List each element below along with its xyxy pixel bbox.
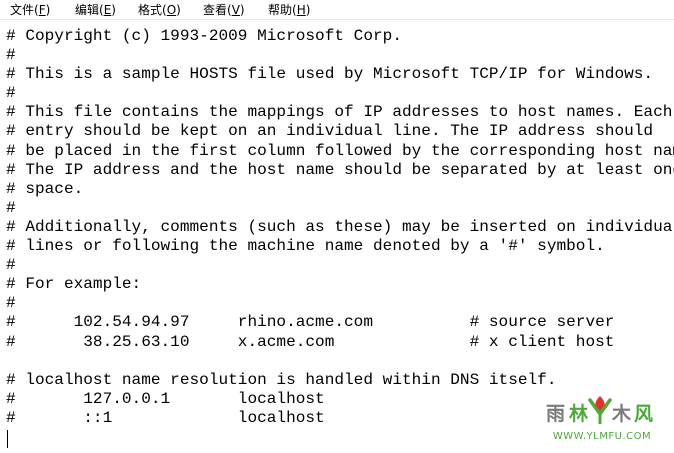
editor-line: # be placed in the first column followed…	[6, 141, 674, 160]
watermark-brand-char-2: 林	[569, 402, 588, 425]
menu-format[interactable]: 格式(O)	[138, 1, 181, 19]
editor-line: # For example:	[6, 275, 142, 294]
menu-file-label: 文件(	[10, 3, 39, 17]
editor-line: # localhost name resolution is handled w…	[6, 370, 557, 389]
watermark-brand-char-4: 风	[634, 403, 653, 425]
watermark-brand-char-1: 雨	[546, 403, 565, 425]
menu-bar: 文件(F) 编辑(E) 格式(O) 查看(V) 帮助(H)	[0, 0, 674, 20]
watermark-logo: 雨 林 木 风 WWW.YLMFU.COM	[538, 390, 666, 448]
menu-help[interactable]: 帮助(H)	[268, 1, 310, 19]
watermark-graphic: 雨 林 木 风 WWW.YLMFU.COM	[538, 390, 666, 448]
menu-help-tail: )	[305, 3, 311, 17]
editor-line: # space.	[6, 179, 84, 198]
menu-format-tail: )	[176, 3, 181, 17]
menu-edit-label: 编辑(	[75, 3, 104, 17]
editor-line: # Copyright (c) 1993-2009 Microsoft Corp…	[6, 27, 402, 45]
watermark-url: WWW.YLMFU.COM	[553, 431, 651, 442]
menu-file-tail: )	[45, 3, 51, 17]
menu-format-key: O	[166, 3, 177, 17]
editor-line: # The IP address and the host name shoul…	[6, 160, 674, 179]
editor-line: # This is a sample HOSTS file used by Mi…	[6, 65, 654, 84]
menu-help-label: 帮助(	[268, 3, 297, 17]
menu-help-key: H	[296, 3, 306, 17]
editor-line	[6, 352, 674, 371]
watermark-brand-char-3: 木	[611, 402, 632, 425]
editor-line: # 38.25.63.10 x.acme.com # x client host	[6, 332, 615, 351]
menu-view-key: V	[231, 3, 240, 17]
editor-line: #	[6, 198, 16, 217]
menu-format-label: 格式(	[138, 3, 167, 17]
editor-line: #	[6, 294, 16, 313]
menu-edit-tail: )	[111, 3, 116, 17]
editor-line: # entry should be kept on an individual …	[6, 122, 654, 141]
editor-line: # 102.54.94.97 rhino.acme.com # source s…	[6, 313, 615, 332]
editor-line: # lines or following the machine name de…	[6, 237, 605, 256]
editor-line: # Additionally, comments (such as these)…	[6, 217, 674, 236]
editor-line: #	[6, 46, 16, 65]
text-caret	[7, 430, 8, 448]
menu-edit[interactable]: 编辑(E)	[75, 1, 116, 19]
editor-line: # This file contains the mappings of IP …	[6, 103, 673, 122]
menu-file[interactable]: 文件(F)	[10, 1, 50, 19]
menu-view[interactable]: 查看(V)	[203, 1, 245, 19]
editor-line: #	[6, 256, 16, 275]
editor-line: #	[6, 84, 16, 103]
menu-view-label: 查看(	[203, 3, 232, 17]
menu-file-key: F	[38, 3, 46, 17]
text-editor[interactable]: # Copyright (c) 1993-2009 Microsoft Corp…	[0, 20, 674, 453]
menu-view-tail: )	[239, 3, 245, 17]
editor-lines: # Copyright (c) 1993-2009 Microsoft Corp…	[6, 27, 674, 428]
